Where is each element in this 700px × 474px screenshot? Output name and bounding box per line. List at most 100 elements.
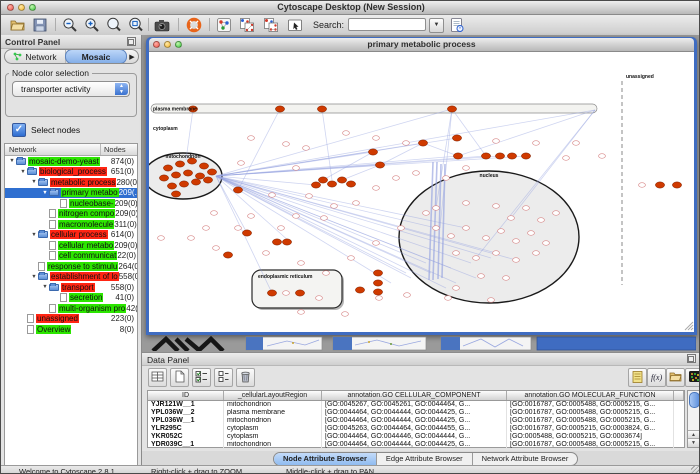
column-header-0[interactable]: ID [148,391,224,400]
tree-item-metabolic-process[interactable]: ▼metabolic process280(0) [5,177,137,188]
table-cell: YLR295C [148,425,224,433]
tree-expand-arrow-icon[interactable]: ▼ [41,190,49,196]
table-row[interactable]: YJR121W__1mitochondrion[GO:0045267, GO:0… [148,401,684,409]
tab-network-attribute-browser[interactable]: Network Attribute Browser [473,453,578,465]
tree-item-nucleobase-[interactable]: nucleobase-209(0) [5,198,137,209]
tree-expand-arrow-icon[interactable]: ▼ [30,274,38,280]
help-lifesaver-icon[interactable] [185,16,203,34]
tree-item-cellular-process[interactable]: ▼cellular process614(0) [5,230,137,241]
background-window-fragments[interactable] [147,336,696,351]
network-window-titlebar[interactable]: primary metabolic process [149,38,694,52]
table-row[interactable]: YKR052Ccytoplasm[GO:0044464, GO:0044446,… [148,433,684,441]
column-header-3[interactable]: annotation.GO MOLECULAR_FUNCTION [507,391,674,400]
select-stepper-icon: ▲▼ [115,83,128,95]
table-vertical-scrollbar[interactable]: ▲ ▼ [687,390,700,448]
tree-item-primary-metabo[interactable]: ▼primary metabo209(... [5,188,137,199]
tree-column-headers[interactable]: Network Nodes [5,144,137,156]
attribute-table[interactable]: ID_cellularLayoutRegionannotation.GO CEL… [147,390,685,448]
tree-item-secretion[interactable]: secretion41(0) [5,293,137,304]
tree-item-multi-organism-pro[interactable]: multi-organism pro42(0) [5,303,137,314]
tab-network[interactable]: Network [5,50,66,63]
attribute-table-header[interactable]: ID_cellularLayoutRegionannotation.GO CEL… [148,391,684,401]
snapshot-camera-icon[interactable] [153,16,171,34]
tree-expand-arrow-icon[interactable]: ▼ [8,158,16,164]
node-color-select[interactable]: transporter activity ▲▼ [12,81,130,97]
annotation-icon[interactable] [286,16,304,34]
table-row[interactable]: YPL036W__1mitochondrion[GO:0044464, GO:0… [148,417,684,425]
selected-node [233,187,242,193]
open-icon[interactable] [9,16,27,34]
tree-item-establishment-of-lo[interactable]: ▼establishment of lo558(0) [5,272,137,283]
float-data-panel-icon[interactable] [687,354,696,363]
table-cell: YJR121W__1 [148,401,224,409]
node [453,251,460,256]
node [248,214,255,219]
notes-icon[interactable] [628,368,647,387]
tree-item-cell-communicat[interactable]: cell communicat22(0) [5,251,137,262]
selected-node [242,230,251,236]
column-header-2[interactable]: annotation.GO CELLULAR_COMPONENT [322,391,507,400]
table-cell: [GO:0016787, GO:0005488, GO:0005215, G..… [507,409,674,417]
table-row[interactable]: YPL036W__2plasma membrane[GO:0044464, GO… [148,409,684,417]
zoom-region-icon[interactable] [105,16,123,34]
scrollbar-thumb[interactable] [689,392,700,408]
background-window-strip [246,337,322,350]
node [263,251,270,256]
window-resize-grip[interactable] [691,466,700,474]
float-panel-icon[interactable] [127,37,136,46]
tree-expand-arrow-icon[interactable]: ▼ [41,284,49,290]
node [235,226,242,231]
attribute-table-icon[interactable] [148,368,167,387]
new-attribute-icon[interactable] [170,368,189,387]
tree-item-cellular-metabo[interactable]: cellular metabo209(0) [5,240,137,251]
tree-item-mosaic-demo-yeast[interactable]: ▼mosaic-demo-yeast874(0) [5,156,137,167]
table-row[interactable]: YLR295Ccytoplasm[GO:0045263, GO:0044464,… [148,425,684,433]
search-dropdown-arrow-icon[interactable]: ▼ [429,18,444,33]
selected-node [375,162,384,168]
table-cell: [GO:0005488, GO:0005215, GO:0003674] [507,433,674,441]
table-row[interactable]: YDR039C__1mitochondrion[GO:0044464, GO:0… [148,441,684,449]
search-options-icon[interactable] [448,16,466,34]
network-box-icon[interactable] [215,16,233,34]
tree-item-overview[interactable]: Overview8(0) [5,324,137,335]
select-nodes-checkbox[interactable]: ✓ [12,123,26,137]
column-header-1[interactable]: _cellularLayoutRegion [224,391,322,400]
network-overlay-b-icon[interactable] [262,16,280,34]
select-attributes-icon[interactable] [192,368,211,387]
tree-item-unassigned[interactable]: unassigned223(0) [5,314,137,325]
unselect-attributes-icon[interactable] [214,368,233,387]
import-attributes-folder-icon[interactable] [666,368,685,387]
search-input[interactable] [348,18,426,31]
delete-attribute-trash-icon[interactable] [236,368,255,387]
control-panel-tabs: Network Mosaic ▶ [4,49,139,64]
table-cell: mitochondrion [224,401,322,409]
tab-overflow-arrow-icon[interactable]: ▶ [126,50,138,63]
node [211,211,218,216]
tree-item-response-to-stimulu[interactable]: response to stimulu264(0) [5,261,137,272]
save-icon[interactable] [31,16,49,34]
tree-expand-arrow-icon[interactable]: ▼ [30,179,38,185]
scroll-down-arrow-icon[interactable]: ▼ [688,438,699,447]
matrix-view-icon[interactable] [685,368,700,387]
tab-mosaic[interactable]: Mosaic [65,49,127,64]
zoom-in-icon[interactable] [83,16,101,34]
tree-item-nitrogen-compo[interactable]: nitrogen compo209(0) [5,209,137,220]
folder-icon [38,179,48,186]
node [306,194,313,199]
network-view-window[interactable]: primary metabolic process plasma membran… [146,37,697,335]
tree-expand-arrow-icon[interactable]: ▼ [30,232,38,238]
tree-expand-arrow-icon[interactable]: ▼ [19,169,27,175]
selected-node [267,290,276,296]
tree-item-transport[interactable]: ▼transport558(0) [5,282,137,293]
function-builder-icon[interactable]: f(x) [647,368,666,387]
tree-item-macromolecule[interactable]: macromolecule311(0) [5,219,137,230]
network-canvas[interactable]: plasma membranecytoplasmmitochondrionnuc… [149,52,694,332]
node [283,291,290,296]
tab-edge-attribute-browser[interactable]: Edge Attribute Browser [377,453,473,465]
tree-item-biological-process[interactable]: ▼biological_process651(0) [5,167,137,178]
tab-node-attribute-browser[interactable]: Node Attribute Browser [274,453,377,465]
zoom-fit-icon[interactable] [127,16,145,34]
network-overlay-a-icon[interactable] [238,16,256,34]
edge [423,143,458,156]
zoom-out-icon[interactable] [61,16,79,34]
